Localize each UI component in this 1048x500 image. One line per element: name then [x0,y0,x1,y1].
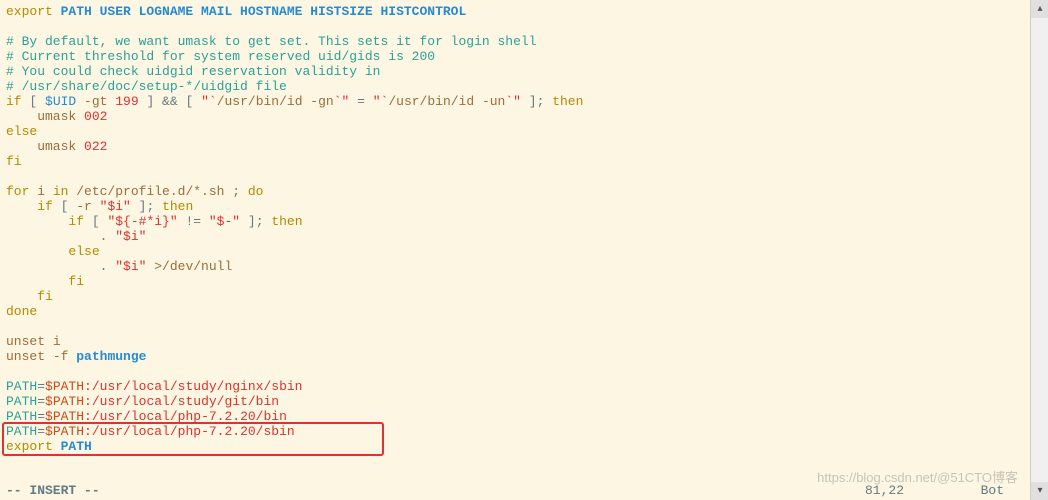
blank-line [6,19,1022,34]
vim-mode: -- INSERT -- [6,483,100,498]
code-line: for i in /etc/profile.d/*.sh ; do [6,184,1022,199]
code-line: umask 022 [6,139,1022,154]
code-line: PATH=$PATH:/usr/local/study/nginx/sbin [6,379,1022,394]
scroll-down-icon[interactable]: ▾ [1031,482,1048,500]
code-line: export PATH USER LOGNAME MAIL HOSTNAME H… [6,4,1022,19]
scroll-up-icon[interactable]: ▴ [1031,0,1048,18]
comment-line: # You could check uidgid reservation val… [6,64,1022,79]
code-line: else [6,244,1022,259]
code-line: PATH=$PATH:/usr/local/php-7.2.20/sbin [6,424,1022,439]
export-vars: PATH USER LOGNAME MAIL HOSTNAME HISTSIZE… [53,4,466,19]
code-line: if [ -r "$i" ]; then [6,199,1022,214]
editor-area[interactable]: export PATH USER LOGNAME MAIL HOSTNAME H… [0,0,1028,500]
code-line: . "$i" [6,229,1022,244]
comment-line: # By default, we want umask to get set. … [6,34,1022,49]
blank-line [6,319,1022,334]
code-line: . "$i" >/dev/null [6,259,1022,274]
code-line: fi [6,154,1022,169]
comment-line: # /usr/share/doc/setup-*/uidgid file [6,79,1022,94]
code-line: unset -f pathmunge [6,349,1022,364]
keyword-export: export [6,4,53,19]
code-line: umask 002 [6,109,1022,124]
code-line: if [ "${-#*i}" != "$-" ]; then [6,214,1022,229]
code-line: done [6,304,1022,319]
code-line: else [6,124,1022,139]
code-line: PATH=$PATH:/usr/local/study/git/bin [6,394,1022,409]
comment-line: # Current threshold for system reserved … [6,49,1022,64]
code-line: PATH=$PATH:/usr/local/php-7.2.20/bin [6,409,1022,424]
blank-line [6,364,1022,379]
code-line: fi [6,274,1022,289]
code-line: export PATH [6,439,1022,454]
code-line: if [ $UID -gt 199 ] && [ "`/usr/bin/id -… [6,94,1022,109]
scrollbar[interactable]: ▴ ▾ [1030,0,1048,500]
code-line: unset i [6,334,1022,349]
cursor-position: 81,22 [865,483,904,498]
blank-line [6,169,1022,184]
vim-status-bar: -- INSERT -- 81,22 Bot [6,483,1024,498]
scroll-position: Bot [981,483,1004,498]
code-line: fi [6,289,1022,304]
